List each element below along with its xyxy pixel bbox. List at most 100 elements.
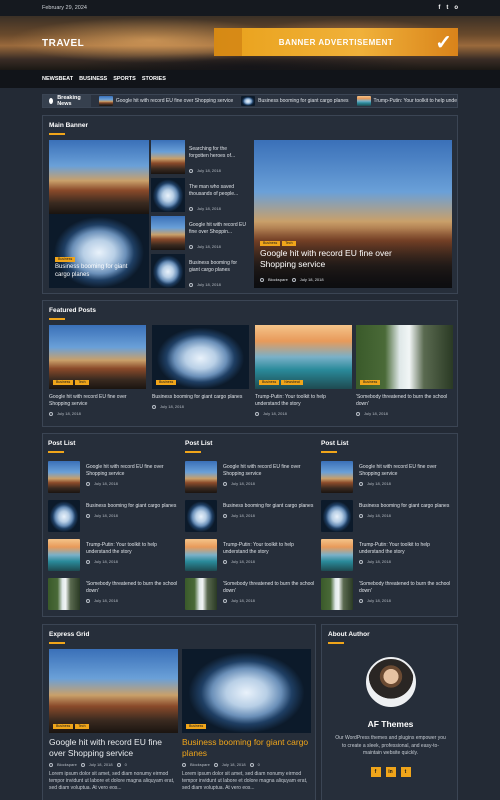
category-tag[interactable]: Tech [75,723,89,729]
list-item[interactable]: 'Somebody threatened to burn the school … [321,578,451,610]
facebook-icon[interactable]: f [438,5,440,11]
nav-item-sports[interactable]: SPORTS [113,76,136,82]
post-thumb [321,539,353,571]
instagram-icon[interactable]: o [454,5,458,11]
post-title: The man who saved thousands of people... [189,184,239,197]
post-thumb [48,578,80,610]
site-title[interactable]: TRAVEL [42,38,84,49]
main-banner-left-card[interactable]: Business Business booming for giant carg… [49,140,149,288]
post-image: Business [356,325,453,389]
express-card[interactable]: Business Tech Google hit with record EU f… [49,649,178,792]
nav-item-stories[interactable]: STORIES [142,76,166,82]
featured-card[interactable]: Business Newsbeat Trump-Putin: Your toolk… [255,325,352,416]
main-banner-feature-card[interactable]: Business Tech Google hit with record EU f… [254,140,452,288]
list-item[interactable]: Trump-Putin: Your toolkit to help unders… [48,539,178,571]
ticker-item[interactable]: Google hit with record EU fine over Shop… [98,96,233,106]
list-item[interactable]: Business booming for giant cargo planes J… [321,500,451,532]
list-item[interactable]: Business booming for giant cargo planes … [151,254,246,290]
category-tag[interactable]: Business [259,379,280,385]
post-title[interactable]: Business booming for giant cargo planes [55,263,139,279]
post-title: Google hit with record EU fine over Shop… [86,464,164,477]
breaking-news-label: Breaking News [43,95,91,107]
list-item[interactable]: Google hit with record EU fine over Shop… [185,461,315,493]
list-item[interactable]: Trump-Putin: Your toolkit to help unders… [185,539,315,571]
clock-icon [86,559,90,564]
breaking-news-ticker: Breaking News Google hit with record EU … [42,94,458,108]
clock-icon [49,411,53,416]
list-item[interactable]: 'Somebody threatened to burn the school … [48,578,178,610]
category-tag[interactable]: Business [55,256,76,262]
section-title: Post List [185,440,213,453]
comment-icon [116,762,121,767]
ticker-item[interactable]: Business booming for giant cargo planes [241,96,349,106]
section-title: Featured Posts [49,307,96,320]
section-title: Main Banner [49,122,89,135]
post-thumb [48,461,80,493]
comment-icon [249,762,254,767]
list-item[interactable]: Google hit with record EU fine over Shop… [321,461,451,493]
category-tag[interactable]: Business [260,240,281,246]
post-thumb [321,578,353,610]
post-title: Business booming for giant cargo planes [152,394,243,400]
list-item[interactable]: Trump-Putin: Your toolkit to help unders… [321,539,451,571]
author-social-links: f in t [322,767,459,777]
post-title: Business booming for giant cargo planes [359,503,450,509]
category-tag[interactable]: Tech [75,379,89,385]
post-title: Business booming for giant cargo planes [189,260,238,273]
category-tag[interactable]: Business [360,379,381,385]
post-title[interactable]: Business booming for giant cargo planes [182,737,311,759]
linkedin-icon[interactable]: in [385,767,396,777]
thumb-image [356,96,371,106]
post-thumb [151,140,185,174]
clock-icon [189,244,193,249]
post-title[interactable]: Google hit with record EU fine over Shop… [49,737,178,759]
post-thumb [48,500,80,532]
post-thumb [185,578,217,610]
author-icon [49,762,53,767]
post-title[interactable]: Google hit with record EU fine over Shop… [260,248,410,270]
category-tag[interactable]: Business [186,723,207,729]
list-item[interactable]: Business booming for giant cargo planes J… [185,500,315,532]
list-item[interactable]: Google hit with record EU fine over Shop… [151,216,246,252]
category-tag[interactable]: Tech [282,240,296,246]
author-name: AF Themes [367,719,414,729]
post-title: Google hit with record EU fine over Shop… [189,222,246,235]
post-thumb [151,254,185,288]
twitter-icon[interactable]: t [400,767,411,777]
twitter-icon[interactable]: t [446,5,448,11]
list-item[interactable]: Business booming for giant cargo planes J… [48,500,178,532]
ticker-item[interactable]: Trump-Putin: Your toolkit to help unde [356,96,457,106]
post-title: Trump-Putin: Your toolkit to help unders… [86,542,157,555]
category-tag[interactable]: Business [53,723,74,729]
featured-card[interactable]: Business Tech Google hit with record EU f… [49,325,146,416]
banner-advertisement[interactable]: BANNER ADVERTISEMENT ✓ [214,28,458,56]
clock-icon [152,404,156,409]
category-tag[interactable]: Business [53,379,74,385]
author-name[interactable]: Blockspare [268,277,288,282]
express-grid-section: Express Grid Business Tech Google hit wit… [42,624,316,800]
nav-item-business[interactable]: BUSINESS [79,76,107,82]
post-thumb [185,539,217,571]
section-title: Post List [48,440,76,453]
facebook-icon[interactable]: f [370,767,381,777]
category-tag[interactable]: Business [156,379,177,385]
list-item[interactable]: Searching for the forgotten heroes of...… [151,140,246,176]
list-item[interactable]: 'Somebody threatened to burn the school … [185,578,315,610]
featured-card[interactable]: Business 'Somebody threatened to burn th… [356,325,453,416]
clock-icon [359,481,363,486]
clock-icon [80,762,85,767]
current-date: February 29, 2024 [42,5,87,11]
nav-item-newsbeat[interactable]: NEWSBEAT [42,76,73,82]
featured-posts-section: Featured Posts Business Tech Google hit w… [42,300,458,427]
category-tag[interactable]: Newsbeat [281,379,303,385]
post-title: 'Somebody threatened to burn the school … [356,394,448,407]
list-item[interactable]: The man who saved thousands of people...… [151,178,246,214]
post-title: Google hit with record EU fine over Shop… [359,464,437,477]
list-item[interactable]: Google hit with record EU fine over Shop… [48,461,178,493]
express-card[interactable]: Business Business booming for giant carg… [182,649,311,792]
avatar [366,657,416,707]
section-title: Express Grid [49,631,90,644]
featured-card[interactable]: Business Business booming for giant carg… [152,325,249,409]
clock-icon [86,513,90,518]
header-hero: TRAVEL BANNER ADVERTISEMENT ✓ [0,16,500,70]
